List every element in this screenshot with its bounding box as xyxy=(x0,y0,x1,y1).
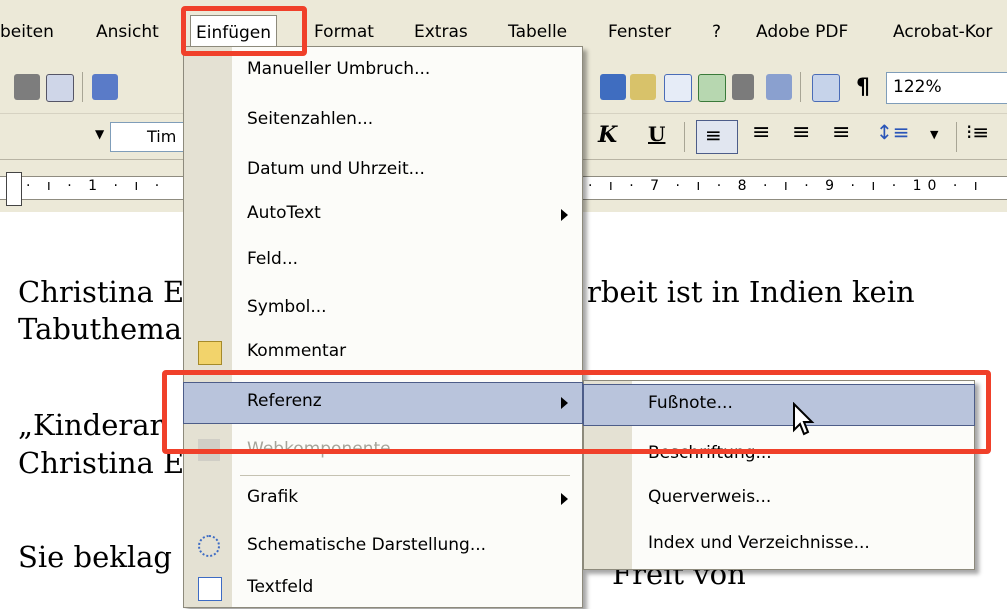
menu-item-manual-break[interactable]: Manueller Umbruch... xyxy=(184,51,582,91)
menu-item-comment[interactable]: Kommentar xyxy=(184,333,582,373)
toolbar-separator xyxy=(684,122,685,152)
menu-tabelle[interactable]: Tabelle xyxy=(508,18,567,46)
menu-bearbeiten[interactable]: beiten xyxy=(0,18,54,46)
submenu-arrow-icon xyxy=(561,493,568,505)
spellcheck-icon[interactable] xyxy=(92,74,118,100)
table-icon[interactable] xyxy=(664,74,692,102)
menu-item-label: AutoText xyxy=(247,203,321,223)
menu-item-label: Datum und Uhrzeit... xyxy=(247,159,425,179)
menu-item-label: Index und Verzeichnisse... xyxy=(648,533,870,553)
annotation-box-reference-footnote xyxy=(162,370,991,454)
align-center-icon[interactable]: ≡ xyxy=(752,120,770,145)
ruler-numbers-left: · ı · 1 · ı · xyxy=(26,178,166,194)
print-preview-icon[interactable] xyxy=(46,74,74,102)
columns-icon[interactable] xyxy=(732,74,754,100)
toolbar-separator xyxy=(800,72,801,102)
doc-line-4: Christina E xyxy=(18,446,185,480)
doc-line-2: Tabuthema xyxy=(18,312,182,346)
menu-item-label: Feld... xyxy=(247,249,299,269)
doc-line-1-right: rbeit ist in Indien kein xyxy=(587,275,915,309)
drawing-icon[interactable] xyxy=(630,74,656,100)
chevron-down-icon: ▼ xyxy=(95,127,105,141)
menu-separator xyxy=(240,475,570,476)
font-name-value: Tim xyxy=(147,127,177,146)
menu-item-field[interactable]: Feld... xyxy=(184,241,582,281)
menu-adobe-pdf[interactable]: Adobe PDF xyxy=(756,18,848,46)
font-name-box[interactable]: ▼ Tim xyxy=(95,122,192,152)
menu-item-date-time[interactable]: Datum und Uhrzeit... xyxy=(184,151,582,191)
submenu-arrow-icon xyxy=(561,209,568,221)
align-left-icon: ≡ xyxy=(705,123,722,147)
menu-format[interactable]: Format xyxy=(314,18,374,46)
menu-item-picture[interactable]: Grafik xyxy=(184,479,582,519)
menu-item-label: Symbol... xyxy=(247,297,327,317)
menu-item-label: Querverweis... xyxy=(648,487,772,507)
annotation-box-insert-menu xyxy=(181,6,307,56)
doc-line-5: Sie beklag xyxy=(18,540,172,574)
menu-item-label: Seitenzahlen... xyxy=(247,109,374,129)
indent-marker-icon[interactable] xyxy=(6,172,22,206)
drawing-toolbar-icon[interactable] xyxy=(766,74,792,100)
menu-item-page-numbers[interactable]: Seitenzahlen... xyxy=(184,101,582,141)
diagram-icon xyxy=(198,535,220,557)
menu-item-symbol[interactable]: Symbol... xyxy=(184,289,582,329)
underline-button[interactable]: U xyxy=(648,122,665,146)
zoom-value: 122% xyxy=(893,77,942,97)
pilcrow-icon[interactable]: ¶ xyxy=(856,75,870,100)
menu-ansicht[interactable]: Ansicht xyxy=(96,18,159,46)
menu-item-label: Grafik xyxy=(247,487,299,507)
menu-item-autotext[interactable]: AutoText xyxy=(184,195,582,235)
comment-icon xyxy=(198,341,222,365)
ruler-numbers-right: · ı · 7 · ı · 8 · ı · 9 · ı · 10 · ı xyxy=(588,178,984,194)
menu-acrobat-kommentare[interactable]: Acrobat-Kor xyxy=(893,18,992,46)
menu-item-label: Textfeld xyxy=(247,577,314,597)
excel-table-icon[interactable] xyxy=(698,74,726,102)
menu-extras[interactable]: Extras xyxy=(414,18,468,46)
insert-menu: Manueller Umbruch... Seitenzahlen... Dat… xyxy=(183,46,583,608)
align-right-icon[interactable]: ≡ xyxy=(792,120,810,145)
italic-button[interactable]: K xyxy=(598,122,617,148)
numbering-icon[interactable]: ⁝≡ xyxy=(966,120,989,144)
menu-fenster[interactable]: Fenster xyxy=(608,18,671,46)
print-icon[interactable] xyxy=(14,74,40,100)
textbox-icon xyxy=(198,577,222,601)
align-left-button[interactable]: ≡ xyxy=(696,120,738,154)
doc-line-3: „Kinderar xyxy=(18,408,164,442)
zoom-box[interactable]: 122% xyxy=(886,72,1007,104)
doc-line-1: Christina E xyxy=(18,275,185,309)
line-spacing-icon[interactable]: ↕≡ xyxy=(876,120,910,144)
menu-item-cross-reference[interactable]: Querverweis... xyxy=(584,479,974,519)
document-map-icon[interactable] xyxy=(812,74,840,102)
menu-item-label: Manueller Umbruch... xyxy=(247,59,431,79)
menu-item-index-tables[interactable]: Index und Verzeichnisse... xyxy=(584,525,974,565)
menu-item-diagram[interactable]: Schematische Darstellung... xyxy=(184,527,582,567)
toolbar-separator xyxy=(82,72,83,102)
menu-item-textbox[interactable]: Textfeld xyxy=(184,569,582,609)
menu-item-label: Schematische Darstellung... xyxy=(247,535,487,555)
justify-icon[interactable]: ≡ xyxy=(832,120,850,145)
line-spacing-dropdown-icon[interactable]: ▼ xyxy=(930,128,938,141)
menu-help[interactable]: ? xyxy=(712,18,721,46)
hyperlink-icon[interactable] xyxy=(600,74,626,100)
menu-item-label: Kommentar xyxy=(247,341,347,361)
toolbar-separator xyxy=(956,122,957,152)
